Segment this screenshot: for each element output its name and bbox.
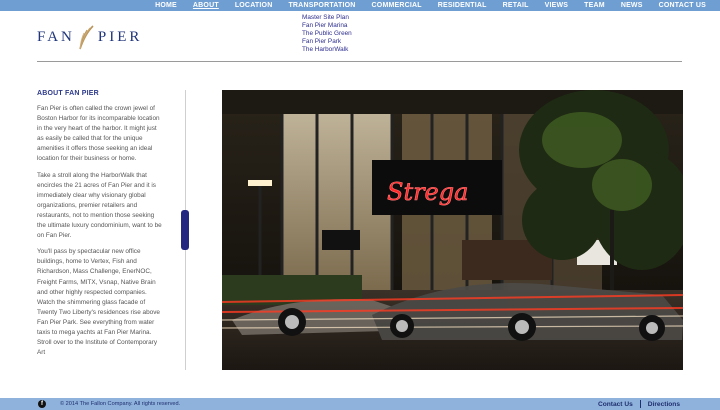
submenu-fan-pier-marina[interactable]: Fan Pier Marina xyxy=(302,22,352,30)
restaurant-night-scene: Strega xyxy=(222,90,683,370)
about-text-scroll-area[interactable]: Fan Pier is often called the crown jewel… xyxy=(37,104,163,371)
fan-pier-logo[interactable]: FAN PIER xyxy=(37,24,142,50)
footer-links: Contact Us Directions xyxy=(591,400,687,408)
contact-us-link[interactable]: Contact Us xyxy=(591,401,640,408)
nav-commercial[interactable]: COMMERCIAL xyxy=(364,0,430,11)
submenu-master-site-plan[interactable]: Master Site Plan xyxy=(302,14,352,22)
header-divider xyxy=(37,61,682,62)
nav-contact-us[interactable]: CONTACT US xyxy=(651,0,714,11)
nav-residential[interactable]: RESIDENTIAL xyxy=(430,0,495,11)
about-paragraph: You'll pass by spectacular new office bu… xyxy=(37,248,160,357)
copyright-text: © 2014 The Fallon Company. All rights re… xyxy=(60,401,181,407)
nav-news[interactable]: NEWS xyxy=(613,0,651,11)
nav-retail[interactable]: RETAIL xyxy=(495,0,537,11)
about-text-column: ABOUT FAN PIER Fan Pier is often called … xyxy=(37,90,185,371)
logo-text-fan: FAN xyxy=(37,28,75,45)
facebook-icon[interactable]: f xyxy=(38,400,46,408)
submenu-public-green[interactable]: The Public Green xyxy=(302,30,352,38)
text-scrollbar-thumb[interactable] xyxy=(181,210,189,250)
submenu-harborwalk[interactable]: The HarborWalk xyxy=(302,46,352,54)
fan-logo-icon xyxy=(79,25,94,50)
nav-about[interactable]: ABOUT xyxy=(185,0,227,11)
about-submenu: Master Site Plan Fan Pier Marina The Pub… xyxy=(302,14,352,54)
nav-location[interactable]: LOCATION xyxy=(227,0,281,11)
nav-transportation[interactable]: TRANSPORTATION xyxy=(280,0,363,11)
nav-views[interactable]: VIEWS xyxy=(537,0,577,11)
restaurant-sign: Strega xyxy=(387,178,468,206)
logo-text-pier: PIER xyxy=(97,28,143,45)
main-nav: HOME ABOUT LOCATION TRANSPORTATION COMME… xyxy=(147,0,714,11)
about-paragraph: Take a stroll along the HarborWalk that … xyxy=(37,171,162,240)
submenu-fan-pier-park[interactable]: Fan Pier Park xyxy=(302,38,352,46)
about-paragraph: Fan Pier is often called the crown jewel… xyxy=(37,105,160,163)
directions-link[interactable]: Directions xyxy=(641,401,687,408)
nav-home[interactable]: HOME xyxy=(147,0,185,11)
hero-photo: Strega xyxy=(222,90,683,370)
nav-team[interactable]: TEAM xyxy=(576,0,613,11)
section-title: ABOUT FAN PIER xyxy=(37,90,99,97)
top-nav-bar: HOME ABOUT LOCATION TRANSPORTATION COMME… xyxy=(0,0,720,11)
